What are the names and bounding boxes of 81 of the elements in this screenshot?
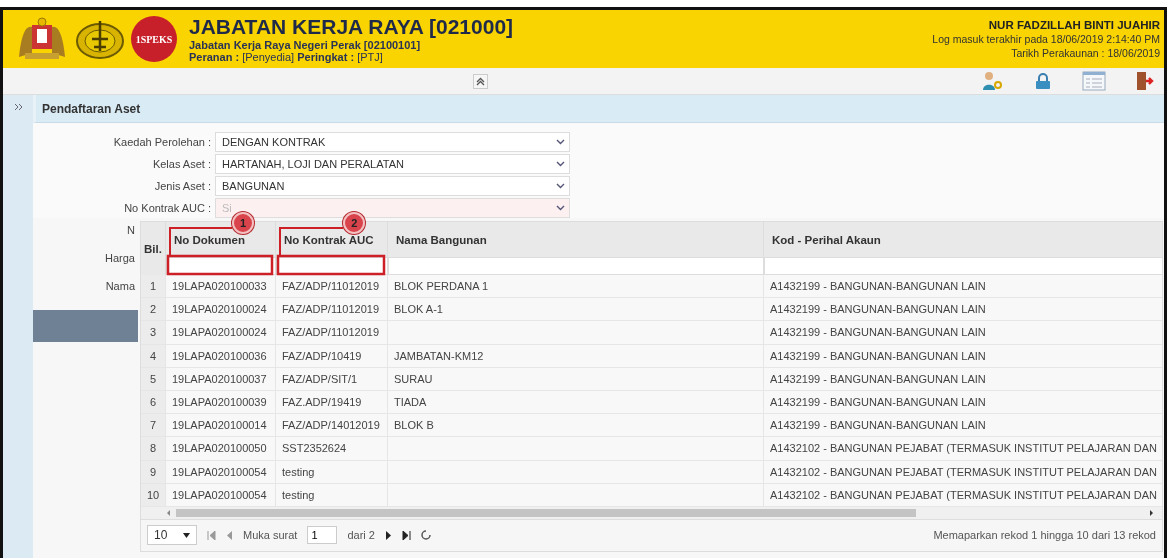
page-number-input[interactable]: 1: [307, 526, 338, 545]
user-name: NUR FADZILLAH BINTI JUAHIR: [988, 19, 1160, 31]
row-number: 2: [141, 298, 166, 322]
field-label: Harga: [105, 252, 135, 264]
caret-icon: [183, 532, 190, 538]
row-number: 3: [141, 321, 166, 345]
field-label: Nama: [105, 280, 135, 292]
collapse-header-button[interactable]: [473, 73, 488, 89]
field-label: No Kontrak AUC :: [123, 202, 211, 214]
user-key-icon[interactable]: [982, 71, 1004, 91]
table-cell: FAZ/ADP/SIT/1: [276, 367, 388, 391]
table-cell: 19LAPA020100036: [166, 344, 276, 368]
callout-badge: 2: [343, 212, 366, 234]
row-number: 8: [141, 437, 166, 461]
callout-badge: 1: [232, 212, 254, 234]
table-cell: SURAU: [388, 367, 764, 391]
table-cell: 19LAPA020100050: [166, 437, 276, 461]
table-cell: BLOK PERDANA 1: [388, 275, 764, 299]
filter-input[interactable]: [764, 257, 1162, 275]
accounting-date-text: Tarikh Perakaunan : 18/06/2019: [1011, 47, 1160, 59]
column-header[interactable]: Bil.: [141, 222, 166, 275]
select-field[interactable]: HARTANAH, LOJI DAN PERALATAN: [215, 154, 570, 174]
refresh-icon[interactable]: [420, 530, 431, 541]
chevron-down-icon: [556, 183, 565, 189]
panel-title: Pendaftaran Aset: [33, 95, 1164, 123]
chevron-down-icon: [556, 205, 565, 211]
select-field[interactable]: DENGAN KONTRAK: [215, 132, 570, 152]
table-cell: 19LAPA020100037: [166, 367, 276, 391]
row-number: 6: [141, 390, 166, 415]
row-number: 5: [141, 367, 166, 391]
last-page-icon[interactable]: [401, 530, 411, 540]
table-cell: FAZ.ADP/19419: [276, 390, 388, 415]
field-label: Kaedah Perolehan :: [112, 136, 211, 148]
table-cell: SST2352624: [276, 437, 388, 461]
department-subtitle: Jabatan Kerja Raya Negeri Perak [02100101]: [189, 39, 422, 51]
table-cell: 19LAPA020100054: [166, 483, 276, 507]
table-cell: FAZ/ADP/11012019: [276, 298, 388, 322]
row-number: 1: [141, 275, 166, 299]
logout-door-icon[interactable]: [1136, 71, 1154, 91]
table-cell: FAZ/ADP/10419: [276, 344, 388, 368]
last-login-text: Log masuk terakhir pada 18/06/2019 2:14:40 PM: [932, 33, 1160, 45]
page-size-select[interactable]: 10: [147, 525, 197, 546]
field-label: Jenis Aset :: [153, 180, 211, 192]
department-title: JABATAN KERJA RAYA [021000]: [189, 15, 515, 39]
next-page-icon[interactable]: [384, 530, 392, 540]
row-number: 7: [141, 414, 166, 438]
table-cell: testing: [276, 483, 388, 507]
record-count-text: Memaparkan rekod 1 hingga 10 dari 13 rekod: [933, 529, 1156, 542]
column-header[interactable]: Kod - Perihal Akaun: [764, 222, 1162, 257]
select-field[interactable]: BANGUNAN: [215, 176, 570, 196]
expand-sidebar-icon[interactable]: [13, 103, 23, 111]
row-number: 10: [141, 483, 166, 507]
app-logo: 1SPEKS: [131, 16, 177, 62]
filter-input[interactable]: [388, 257, 764, 275]
table-cell: BLOK B: [388, 414, 764, 438]
page-label: Muka surat: [243, 529, 298, 542]
column-header[interactable]: Nama Bangunan: [388, 222, 764, 257]
previous-page-icon[interactable]: [226, 530, 233, 540]
table-cell: 19LAPA020100039: [166, 390, 276, 415]
role-text: Peranan : [Penyedia] Peringkat : [PTJ]: [189, 51, 384, 63]
row-number: 4: [141, 344, 166, 368]
field-label: N: [127, 224, 135, 236]
table-cell: 19LAPA020100024: [166, 321, 276, 345]
table-cell: 19LAPA020100014: [166, 414, 276, 438]
table-cell: FAZ/ADP/11012019: [276, 321, 388, 345]
table-cell: FAZ/ADP/14012019: [276, 414, 388, 438]
table-cell: BLOK A-1: [388, 298, 764, 322]
table-cell: FAZ/ADP/11012019: [276, 275, 388, 299]
table-cell: TIADA: [388, 390, 764, 415]
row-number: 9: [141, 460, 166, 484]
page-count-text: dari 2: [347, 529, 375, 542]
lock-icon[interactable]: [1034, 73, 1052, 89]
table-cell: JAMBATAN-KM12: [388, 344, 764, 368]
table-cell: 19LAPA020100054: [166, 460, 276, 484]
table-cell: 19LAPA020100033: [166, 275, 276, 299]
chevron-down-icon: [556, 161, 565, 167]
table-cell: testing: [276, 460, 388, 484]
first-page-icon[interactable]: [207, 530, 216, 540]
table-cell: 19LAPA020100024: [166, 298, 276, 322]
chevron-down-icon: [556, 139, 565, 145]
field-label: Kelas Aset :: [151, 158, 211, 170]
